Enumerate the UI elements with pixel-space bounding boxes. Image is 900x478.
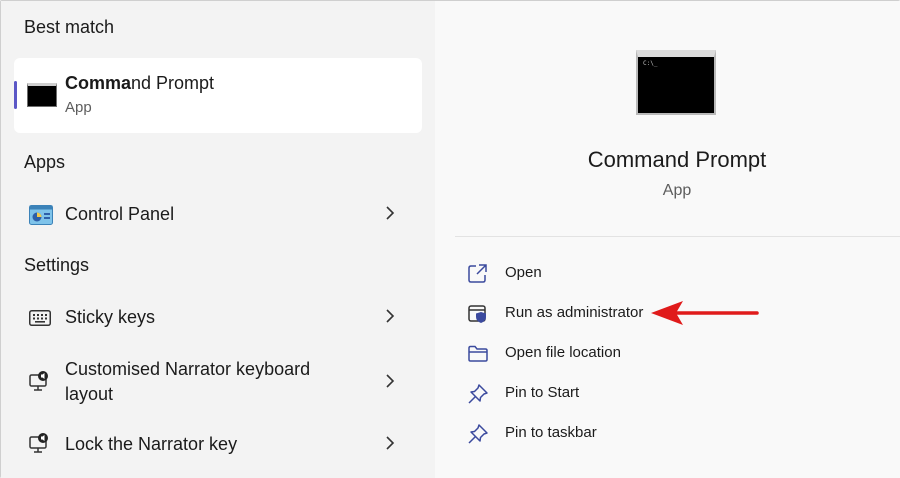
action-pin-to-start[interactable]: Pin to Start: [457, 377, 757, 409]
annotation-arrow: [649, 299, 761, 332]
result-control-panel[interactable]: Control Panel: [1, 197, 435, 233]
command-prompt-icon: [27, 83, 57, 107]
keyboard-icon: [29, 310, 51, 331]
console-prompt-text: C:\_: [643, 60, 658, 67]
detail-type: App: [662, 182, 692, 199]
action-open[interactable]: Open: [457, 257, 757, 289]
chevron-right-icon[interactable]: [385, 436, 395, 453]
result-label: Customised Narrator keyboard layout: [65, 359, 311, 404]
chevron-right-icon[interactable]: [385, 206, 395, 223]
open-external-icon: [467, 263, 489, 285]
best-match-card[interactable]: [14, 58, 422, 133]
action-label: Pin to taskbar: [505, 424, 597, 441]
action-pin-to-taskbar[interactable]: Pin to taskbar: [457, 417, 757, 449]
narrator-icon: [29, 433, 51, 460]
best-match-name-highlight: Comma: [65, 73, 132, 93]
pin-icon: [467, 383, 489, 405]
search-results-window: Best match Command Prompt App Apps Contr…: [0, 0, 900, 478]
best-match-heading: Best match: [24, 17, 115, 37]
action-label: Open file location: [505, 344, 621, 361]
best-match-name-rest: nd Prompt: [131, 73, 215, 93]
best-match-type: App: [65, 99, 92, 116]
settings-heading: Settings: [24, 255, 90, 275]
result-label: Lock the Narrator key: [65, 434, 238, 454]
best-match-name: Command Prompt: [65, 73, 214, 94]
result-lock-narrator-key[interactable]: Lock the Narrator key: [1, 427, 435, 463]
pin-icon: [467, 423, 489, 445]
shield-admin-icon: [467, 303, 489, 325]
command-prompt-large-icon: C:\_: [636, 50, 716, 115]
folder-icon: [467, 343, 489, 365]
detail-title: Command Prompt: [587, 147, 767, 172]
selection-accent: [14, 81, 17, 109]
result-label: Control Panel: [65, 204, 175, 224]
chevron-right-icon[interactable]: [385, 309, 395, 326]
narrator-icon: [29, 371, 51, 398]
results-pane: Best match Command Prompt App Apps Contr…: [1, 1, 435, 478]
result-narrator-keyboard-layout[interactable]: Customised Narrator keyboard layout: [1, 355, 435, 409]
apps-heading: Apps: [24, 152, 66, 172]
divider: [455, 236, 900, 237]
chevron-right-icon[interactable]: [385, 374, 395, 391]
control-panel-icon: [29, 205, 53, 230]
action-label: Open: [505, 264, 542, 281]
action-label: Pin to Start: [505, 384, 580, 401]
action-label: Run as administrator: [505, 304, 644, 321]
action-open-file-location[interactable]: Open file location: [457, 337, 757, 369]
result-sticky-keys[interactable]: Sticky keys: [1, 300, 435, 336]
result-label: Sticky keys: [65, 307, 156, 327]
